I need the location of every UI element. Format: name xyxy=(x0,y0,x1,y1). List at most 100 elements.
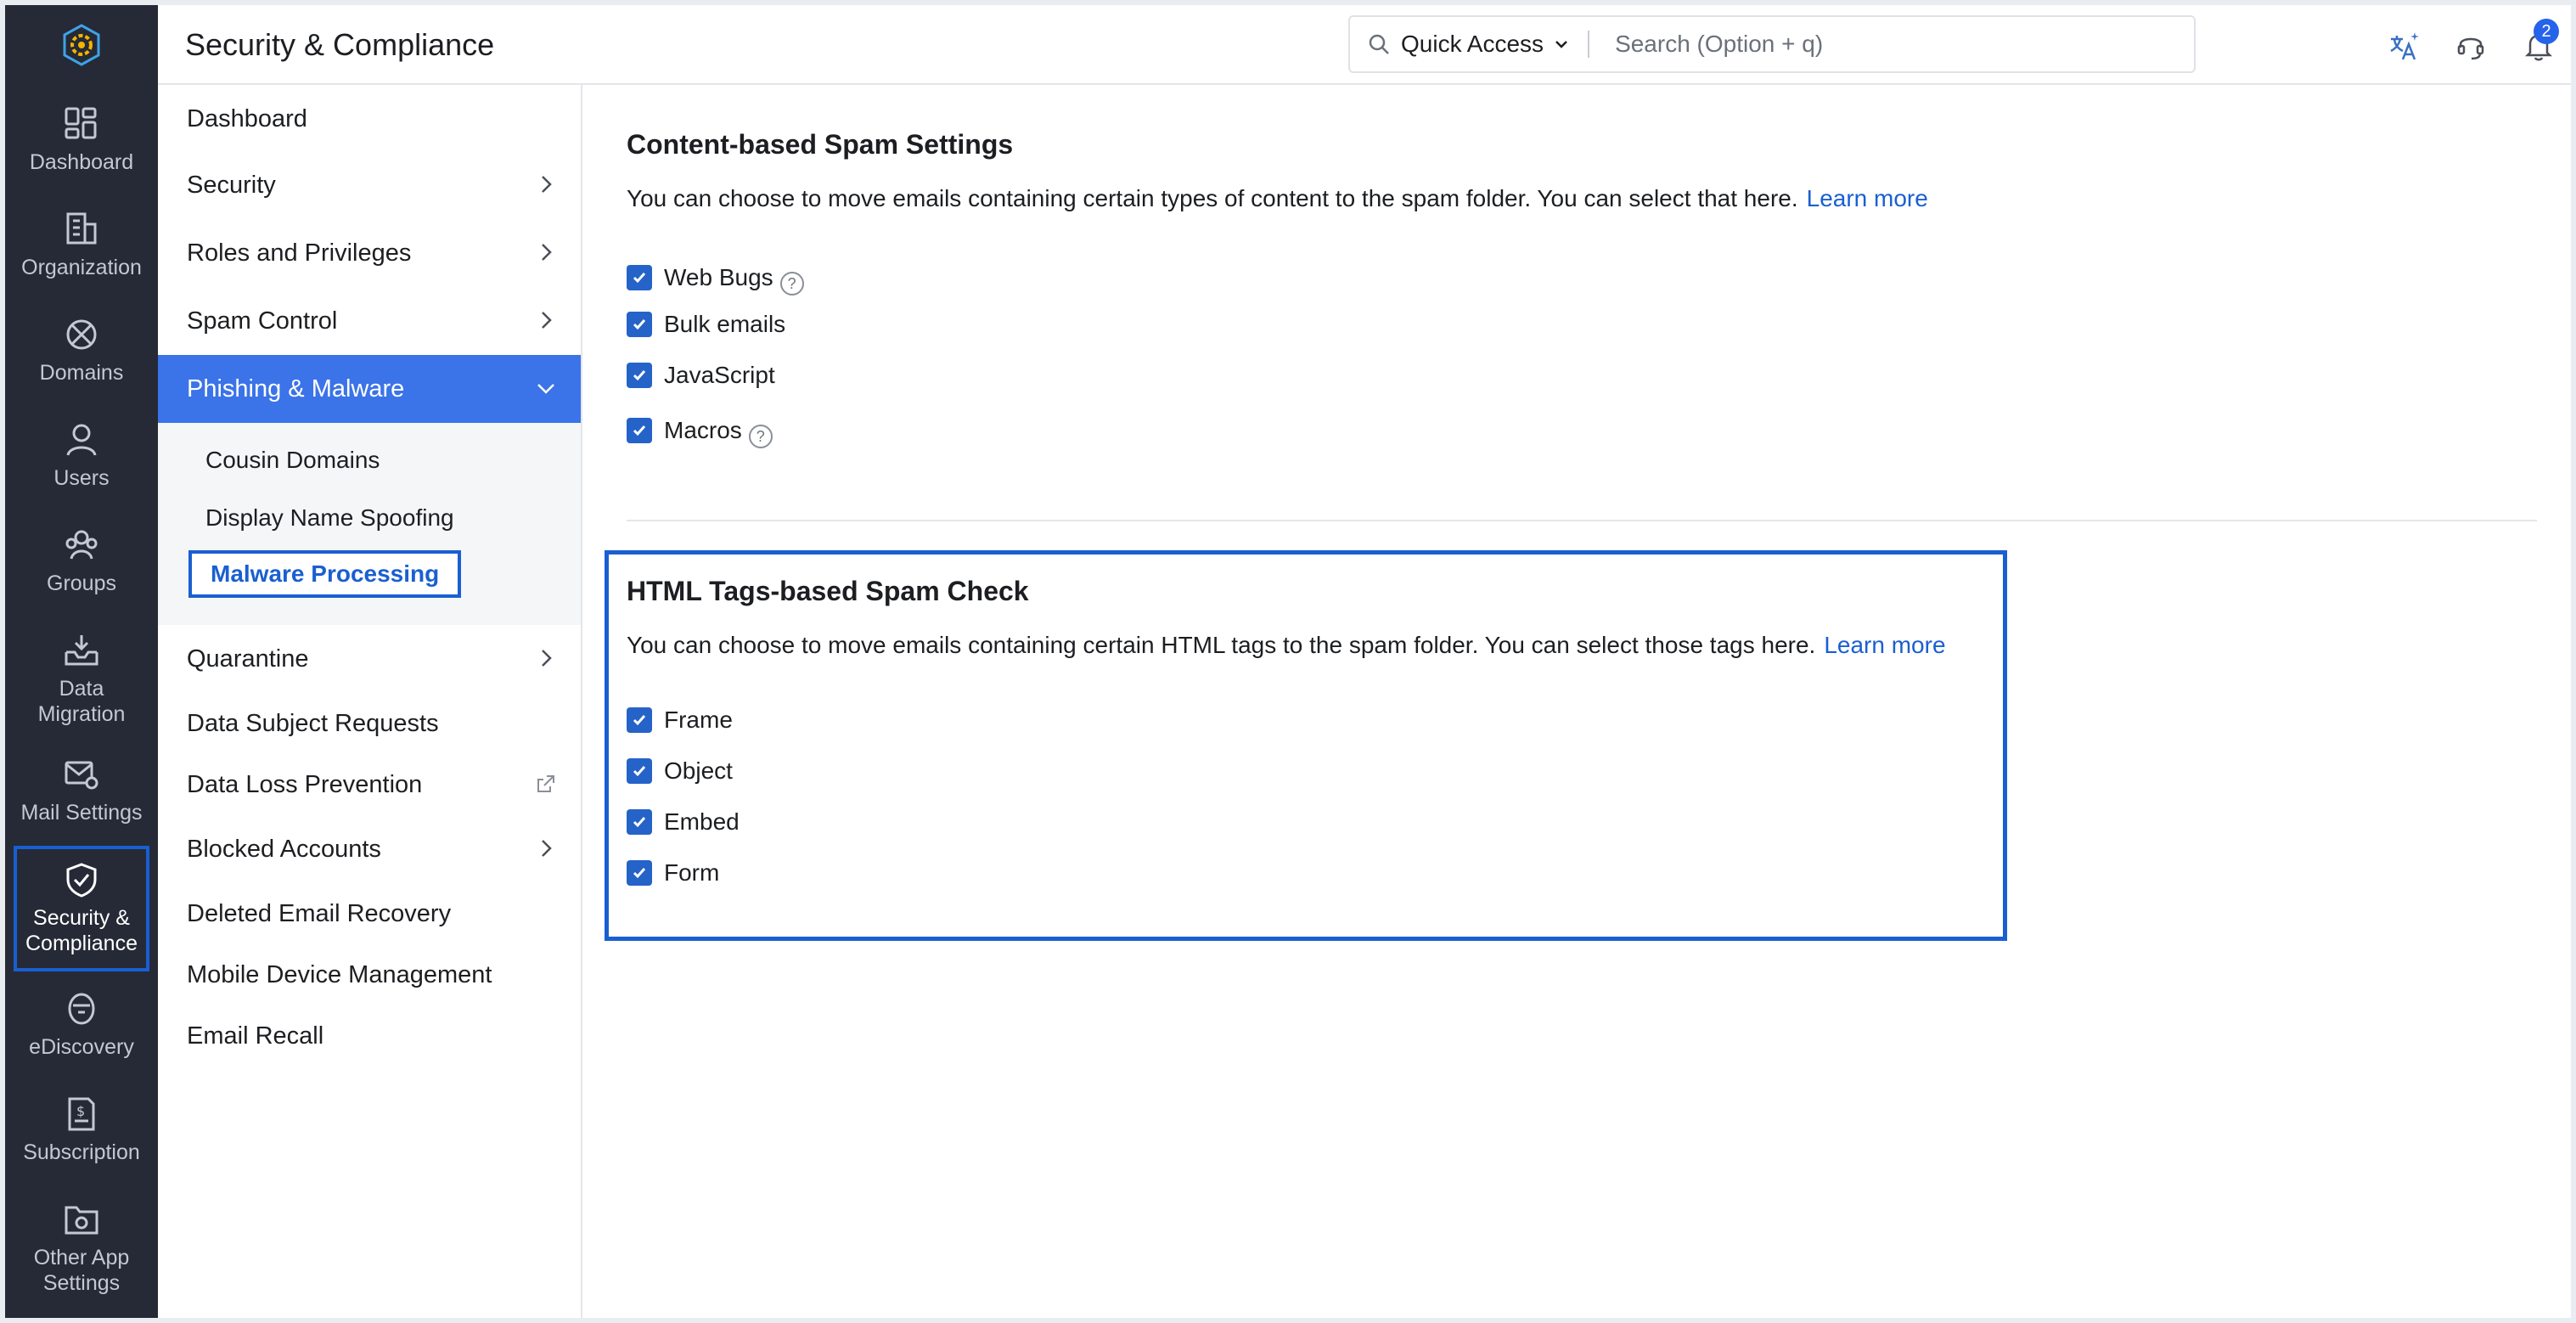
content-spam-description: You can choose to move emails containing… xyxy=(627,185,1928,212)
chevron-right-icon xyxy=(542,244,552,261)
sidebar-item-dashboard[interactable]: Dashboard xyxy=(158,85,581,153)
quick-access-label: Quick Access xyxy=(1401,31,1544,57)
sidebar-item-data-loss-prevention[interactable]: Data Loss Prevention xyxy=(158,751,581,819)
sidebar-item-quarantine[interactable]: Quarantine xyxy=(158,625,581,693)
sidebar-item-label: Security xyxy=(187,171,276,199)
rail-item-label: Other App Settings xyxy=(33,1246,130,1295)
checkbox-checked-icon[interactable] xyxy=(627,707,652,733)
checkbox-macros[interactable]: Macros ? xyxy=(627,413,773,448)
content-spam-learn-more-link[interactable]: Learn more xyxy=(1807,185,1928,211)
external-link-icon xyxy=(537,775,554,792)
section-divider xyxy=(627,520,2537,521)
rail-item-label: Users xyxy=(53,466,110,490)
checkbox-label: Form xyxy=(664,859,720,886)
rail-item-label: Domains xyxy=(39,361,124,385)
rail-item-label: Security & Compliance xyxy=(25,906,138,955)
chevron-right-icon xyxy=(542,650,552,667)
chevron-right-icon xyxy=(542,840,552,857)
inbox-download-icon xyxy=(65,635,98,666)
checkbox-object[interactable]: Object xyxy=(627,757,733,785)
globe-icon xyxy=(66,319,97,350)
rail-item-label: Dashboard xyxy=(29,150,134,174)
html-spam-description-text: You can choose to move emails containing… xyxy=(627,632,1816,658)
checkbox-label: Bulk emails xyxy=(664,311,786,337)
sidebar-item-email-recall[interactable]: Email Recall xyxy=(158,1002,581,1070)
rail-item-label: Mail Settings xyxy=(20,801,143,825)
groups-icon xyxy=(65,530,98,560)
rail-item-label: Groups xyxy=(47,571,116,595)
checkbox-form[interactable]: Form xyxy=(627,859,719,887)
sidebar-item-label: Email Recall xyxy=(187,1022,324,1050)
html-spam-learn-more-link[interactable]: Learn more xyxy=(1824,632,1945,658)
rail-item-subscription[interactable]: $ Subscription xyxy=(5,1095,158,1165)
sidebar-item-label: Blocked Accounts xyxy=(187,835,381,863)
logo-gear-icon xyxy=(63,24,100,66)
rail-item-label: Data Migration xyxy=(37,677,126,726)
help-icon[interactable]: ? xyxy=(779,272,804,296)
rail-item-users[interactable]: Users xyxy=(5,421,158,491)
sidebar-item-security[interactable]: Security xyxy=(158,151,581,219)
search-icon xyxy=(1369,34,1389,54)
checkbox-checked-icon[interactable] xyxy=(627,758,652,784)
help-icon[interactable]: ? xyxy=(748,425,773,448)
search-input[interactable] xyxy=(1615,31,2125,58)
rail-item-security-compliance[interactable]: Security & Compliance xyxy=(14,846,149,971)
checkbox-web-bugs[interactable]: Web Bugs ? xyxy=(627,260,804,296)
shield-check-icon xyxy=(66,863,97,898)
checkbox-javascript[interactable]: JavaScript xyxy=(627,362,775,389)
html-spam-title: HTML Tags-based Spam Check xyxy=(627,576,1029,606)
checkbox-checked-icon[interactable] xyxy=(627,363,652,388)
checkbox-label: Web Bugs xyxy=(664,264,773,290)
rail-item-groups[interactable]: Groups xyxy=(5,526,158,596)
app-window: Dashboard Organization Domains Users Gro… xyxy=(5,5,2571,1318)
rail-item-organization[interactable]: Organization xyxy=(5,211,158,280)
sidebar-item-label: Deleted Email Recovery xyxy=(187,899,452,927)
rail-item-label: Subscription xyxy=(23,1140,140,1164)
sidebar-item-spam-control[interactable]: Spam Control xyxy=(158,287,581,355)
page-title: Security & Compliance xyxy=(185,27,495,62)
checkbox-label: JavaScript xyxy=(664,362,775,388)
checkbox-checked-icon[interactable] xyxy=(627,418,652,443)
checkbox-embed[interactable]: Embed xyxy=(627,808,740,836)
archive-icon xyxy=(68,993,95,1025)
content-spam-description-text: You can choose to move emails containing… xyxy=(627,185,1798,211)
sidebar-item-data-subject-requests[interactable]: Data Subject Requests xyxy=(158,690,581,757)
search-bar[interactable]: Quick Access xyxy=(1348,15,2196,73)
rail-item-other-app-settings[interactable]: Other App Settings xyxy=(5,1201,158,1296)
checkbox-checked-icon[interactable] xyxy=(627,265,652,290)
headset-support-icon[interactable] xyxy=(2455,31,2486,61)
rail-item-data-migration[interactable]: Data Migration xyxy=(5,632,158,727)
sidebar-item-blocked-accounts[interactable]: Blocked Accounts xyxy=(158,815,581,883)
rail-item-dashboard[interactable]: Dashboard xyxy=(5,105,158,175)
search-separator xyxy=(1588,31,1590,58)
sidebar-item-deleted-email-recovery[interactable]: Deleted Email Recovery xyxy=(158,880,581,948)
top-header: Security & Compliance Quick Access Searc… xyxy=(158,5,2571,85)
app-logo[interactable] xyxy=(5,5,158,85)
translate-sparkle-icon[interactable] xyxy=(2388,31,2420,63)
checkbox-checked-icon[interactable] xyxy=(627,860,652,886)
svg-text:$: $ xyxy=(76,1103,85,1119)
html-spam-description: You can choose to move emails containing… xyxy=(627,632,1946,659)
checkbox-checked-icon[interactable] xyxy=(627,312,652,337)
checkbox-checked-icon[interactable] xyxy=(627,809,652,835)
quick-access-dropdown[interactable]: Quick Access xyxy=(1350,17,1569,71)
rail-item-mail-settings[interactable]: Mail Settings xyxy=(5,756,158,825)
sidebar-subitem-cousin-domains[interactable]: Cousin Domains xyxy=(205,447,380,474)
rail-item-domains[interactable]: Domains xyxy=(5,316,158,386)
sidebar-item-label: Quarantine xyxy=(187,645,309,673)
mail-gear-icon xyxy=(65,761,98,790)
chevron-right-icon xyxy=(542,176,552,193)
sidebar-item-roles-privileges[interactable]: Roles and Privileges xyxy=(158,219,581,287)
sidebar-subitem-malware-processing[interactable]: Malware Processing xyxy=(188,550,462,598)
chevron-right-icon xyxy=(542,312,552,329)
sidebar-subitem-display-name-spoofing[interactable]: Display Name Spoofing xyxy=(205,504,454,532)
checkbox-bulk-emails[interactable]: Bulk emails xyxy=(627,311,785,338)
sidebar-item-mobile-device-management[interactable]: Mobile Device Management xyxy=(158,941,581,1009)
rail-item-ediscovery[interactable]: eDiscovery xyxy=(5,990,158,1060)
checkbox-frame[interactable]: Frame xyxy=(627,707,733,734)
chevron-down-icon xyxy=(537,384,554,394)
content-spam-title: Content-based Spam Settings xyxy=(627,129,1014,160)
sidebar-item-label: Data Subject Requests xyxy=(187,709,439,737)
checkbox-label: Frame xyxy=(664,707,733,733)
sidebar-item-phishing-malware[interactable]: Phishing & Malware xyxy=(158,355,581,423)
